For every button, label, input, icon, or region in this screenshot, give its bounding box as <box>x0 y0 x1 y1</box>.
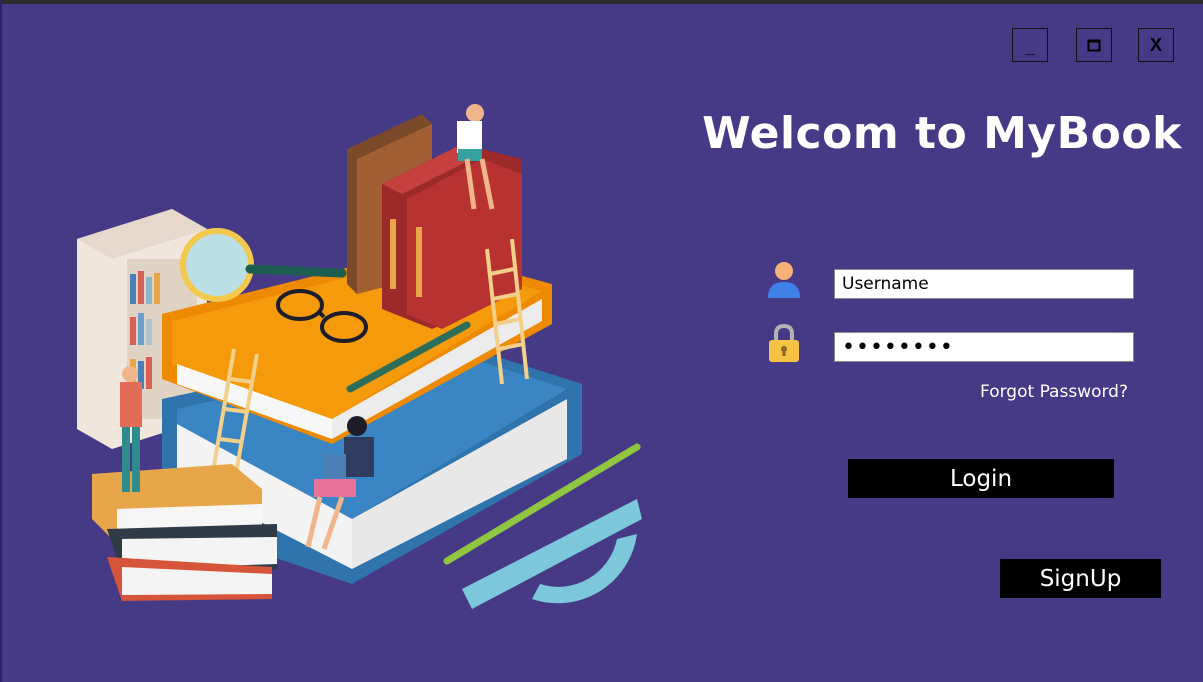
page-title: Welcom to MyBook <box>702 108 1182 159</box>
minimize-button[interactable]: _ <box>1012 28 1048 62</box>
user-icon <box>765 260 805 302</box>
maximize-button[interactable] <box>1076 28 1112 62</box>
signup-button[interactable]: SignUp <box>1000 559 1161 598</box>
books-illustration <box>77 104 642 609</box>
login-button[interactable]: Login <box>848 459 1114 498</box>
maximize-icon <box>1087 39 1101 52</box>
password-input[interactable] <box>834 332 1134 362</box>
login-label: Login <box>949 465 1013 492</box>
close-button[interactable]: X <box>1138 28 1174 62</box>
close-label: X <box>1149 34 1162 55</box>
minimize-label: _ <box>1024 36 1035 57</box>
login-window: _ X Welcom to MyBook Username •••••••• F… <box>0 0 1203 682</box>
signup-label: SignUp <box>1039 565 1122 592</box>
username-input[interactable] <box>834 269 1134 299</box>
forgot-password-link[interactable]: Forgot Password? <box>962 382 1128 402</box>
lock-icon <box>764 323 804 365</box>
